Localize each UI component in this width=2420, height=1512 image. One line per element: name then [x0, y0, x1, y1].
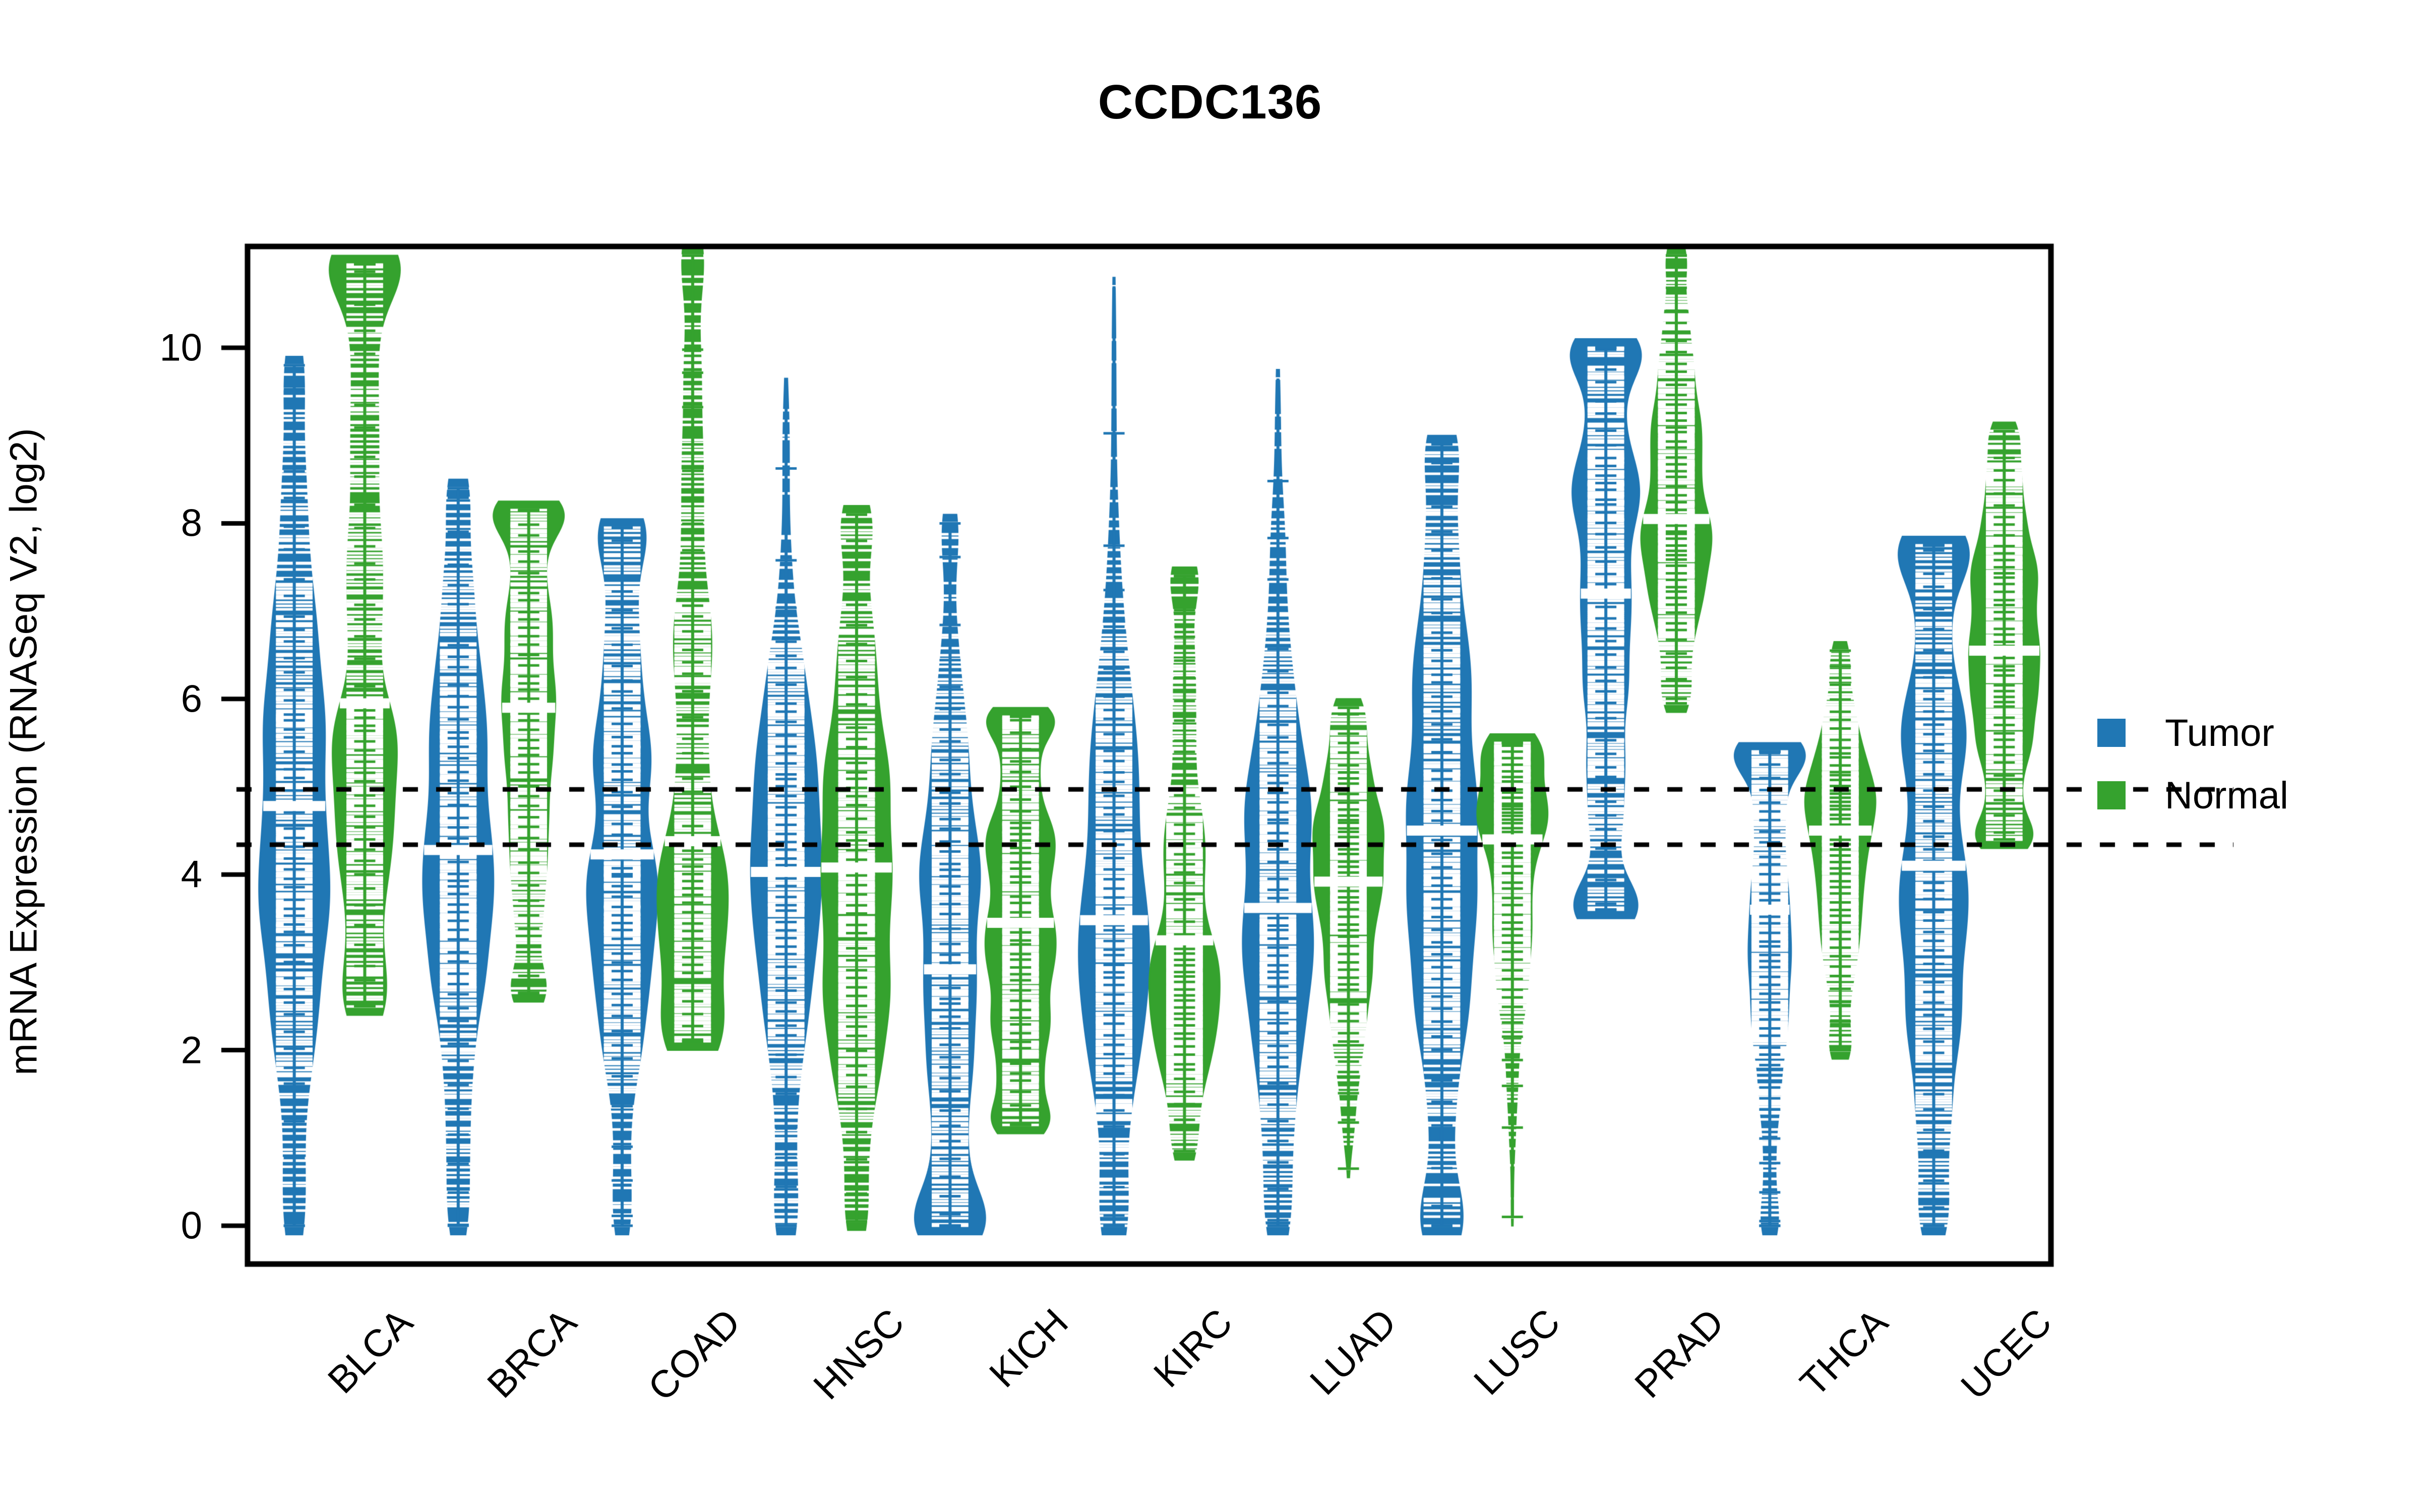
y-tick-label: 10 [159, 326, 202, 369]
y-tick-label: 6 [180, 677, 202, 721]
legend-swatch-normal [2097, 781, 2126, 809]
beanplot-figure: CCDC136 mRNA Expression (RNASeq V2, log2… [0, 0, 2420, 1512]
legend-label-tumor: Tumor [2165, 711, 2274, 754]
y-tick-label: 8 [180, 501, 202, 545]
y-axis-title: mRNA Expression (RNASeq V2, log2) [2, 428, 45, 1076]
legend: Tumor Normal [2097, 702, 2288, 827]
y-tick-label: 2 [180, 1029, 202, 1072]
y-tick-label: 0 [180, 1204, 202, 1247]
chart-title: CCDC136 [1098, 75, 1322, 129]
y-tick-label: 4 [180, 853, 202, 896]
beanplot-canvas [0, 0, 2420, 1512]
legend-swatch-tumor [2097, 719, 2126, 747]
legend-label-normal: Normal [2165, 774, 2288, 817]
legend-item-normal: Normal [2097, 764, 2288, 827]
legend-item-tumor: Tumor [2097, 702, 2288, 764]
